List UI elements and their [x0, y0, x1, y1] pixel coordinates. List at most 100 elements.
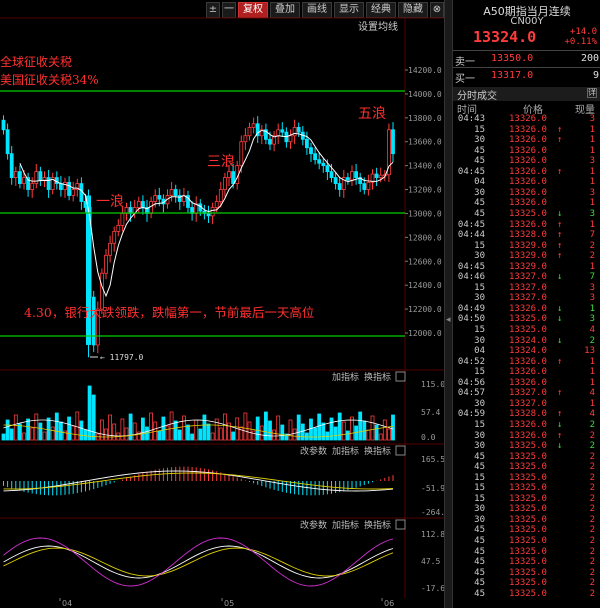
tick-time: 15 — [474, 367, 485, 378]
tick-volume: 2 — [589, 567, 595, 578]
indicator-button[interactable]: 加指标 — [332, 445, 359, 457]
tick-row: 30 13327.0 1 — [453, 399, 600, 410]
bid-row: 买一 13317.0 9 — [455, 70, 599, 86]
tick-price: 13326.0 — [509, 145, 547, 156]
indicator-axis-label: -17.6 — [421, 584, 444, 593]
kline-chart-area[interactable]: ± 一 复权 叠加 画线 显示 经典 隐藏 ⊗ 14200.0 14000.0 13… — [0, 0, 444, 608]
candle-body — [17, 171, 22, 184]
tick-row: 30 13326.0 ↑ 2 — [453, 431, 600, 442]
ask-price: 13350.0 — [491, 53, 534, 64]
tick-volume: 2 — [589, 514, 595, 525]
tick-direction-icon: ↑ — [557, 166, 563, 177]
ask-volume: 200 — [580, 53, 599, 64]
tick-row: 45 13325.0 ↓ 3 — [453, 209, 600, 220]
volume-bar — [378, 433, 383, 441]
tick-row: 15 13326.0 ↓ 2 — [453, 420, 600, 431]
volume-bar — [87, 385, 92, 441]
ask-label: 卖一 — [455, 57, 475, 68]
tick-price: 13325.0 — [509, 504, 547, 515]
volume-bar — [181, 415, 186, 441]
indicator-axis-label: 57.4 — [421, 408, 440, 417]
tick-price: 13325.0 — [509, 441, 547, 452]
price-tick-label: 12200.0 — [408, 305, 442, 314]
tick-row: 04 13326.0 1 — [453, 177, 600, 188]
indicator-button[interactable]: 改参数 — [300, 519, 327, 531]
collapse-arrow-icon[interactable]: ◂ — [446, 315, 451, 325]
tick-time: 04:50 — [457, 314, 485, 325]
candle-body — [153, 195, 158, 202]
indicator-button[interactable]: 加指标 — [332, 519, 359, 531]
candle-body — [227, 171, 231, 178]
tick-volume: 2 — [589, 578, 595, 589]
tick-row: 15 13325.0 4 — [453, 325, 600, 336]
candle-body — [222, 177, 227, 190]
volume-bar — [280, 424, 285, 441]
volume-bar — [128, 413, 133, 441]
volume-bar — [222, 413, 227, 441]
indicator-button[interactable]: 改参数 — [300, 445, 327, 457]
tick-row: 45 13325.0 2 — [453, 462, 600, 473]
detail-button[interactable]: 详 — [587, 88, 597, 98]
indicator-button[interactable]: 换指标 — [364, 445, 391, 457]
tick-time: 04:45 — [457, 166, 485, 177]
tick-volume: 1 — [589, 261, 595, 272]
tick-volume: 7 — [589, 230, 595, 241]
tick-row: 15 13325.0 2 — [453, 494, 600, 505]
price-tick-label: 13800.0 — [408, 114, 442, 123]
volume-bar — [276, 415, 281, 441]
tick-row: 30 13326.0 3 — [453, 188, 600, 199]
volume-bar — [177, 429, 182, 441]
candle-body — [317, 159, 322, 164]
tick-price: 13325.0 — [509, 493, 547, 504]
candle-body — [251, 123, 256, 128]
tick-direction-icon: ↑ — [557, 430, 563, 441]
candle-body — [243, 135, 248, 143]
tick-price: 13324.0 — [509, 346, 547, 357]
tick-volume: 2 — [589, 557, 595, 568]
volume-bar — [79, 420, 84, 441]
tick-time: 04:57 — [457, 388, 485, 399]
tick-price: 13327.0 — [509, 398, 547, 409]
indicator-button[interactable]: 加指标 — [332, 371, 359, 383]
candle-body — [42, 177, 47, 181]
tick-time: 30 — [474, 504, 485, 515]
chart-canvas[interactable]: 14200.0 14000.0 13800.0 13600.0 13400.0 13200… — [0, 0, 444, 608]
tick-volume: 3 — [589, 156, 595, 167]
close-panel-icon — [395, 519, 406, 530]
candle-body — [292, 126, 297, 137]
candle-body — [136, 201, 141, 208]
candle-body — [149, 201, 154, 214]
candle-body — [247, 126, 252, 137]
volume-bar — [42, 431, 47, 441]
tick-price: 13326.0 — [509, 419, 547, 430]
volume-bar — [5, 419, 10, 441]
tick-direction-icon: ↑ — [557, 251, 563, 262]
tick-time: 04:56 — [457, 377, 485, 388]
candle-body — [378, 174, 383, 178]
volume-bar — [391, 414, 395, 441]
close-panel-icon — [395, 445, 406, 456]
tick-volume: 3 — [589, 314, 595, 325]
candle-body — [362, 183, 367, 190]
price-tick-label: 13400.0 — [408, 162, 442, 171]
tick-price: 13326.0 — [509, 198, 547, 209]
candle-body — [268, 138, 272, 145]
wave-1-label: 一浪 — [96, 194, 124, 210]
panel-splitter[interactable]: ◂ — [444, 0, 452, 608]
indicator-button[interactable]: 换指标 — [364, 519, 391, 531]
tick-price: 13328.0 — [509, 409, 547, 420]
candle-body — [116, 225, 121, 232]
candle-body — [34, 171, 39, 184]
tick-time: 30 — [474, 187, 485, 198]
candle-body — [337, 183, 342, 190]
candle-body — [288, 135, 293, 143]
tick-price: 13325.0 — [509, 525, 547, 536]
volume-bar — [337, 412, 342, 441]
tick-price: 13327.0 — [509, 293, 547, 304]
volume-bar — [83, 429, 88, 441]
indicator-button[interactable]: 换指标 — [364, 371, 391, 383]
indicator-axis-label: 0.0 — [421, 433, 436, 442]
volume-bar — [255, 416, 260, 441]
candle-body — [280, 129, 285, 133]
kdj-j-line — [3, 537, 394, 587]
